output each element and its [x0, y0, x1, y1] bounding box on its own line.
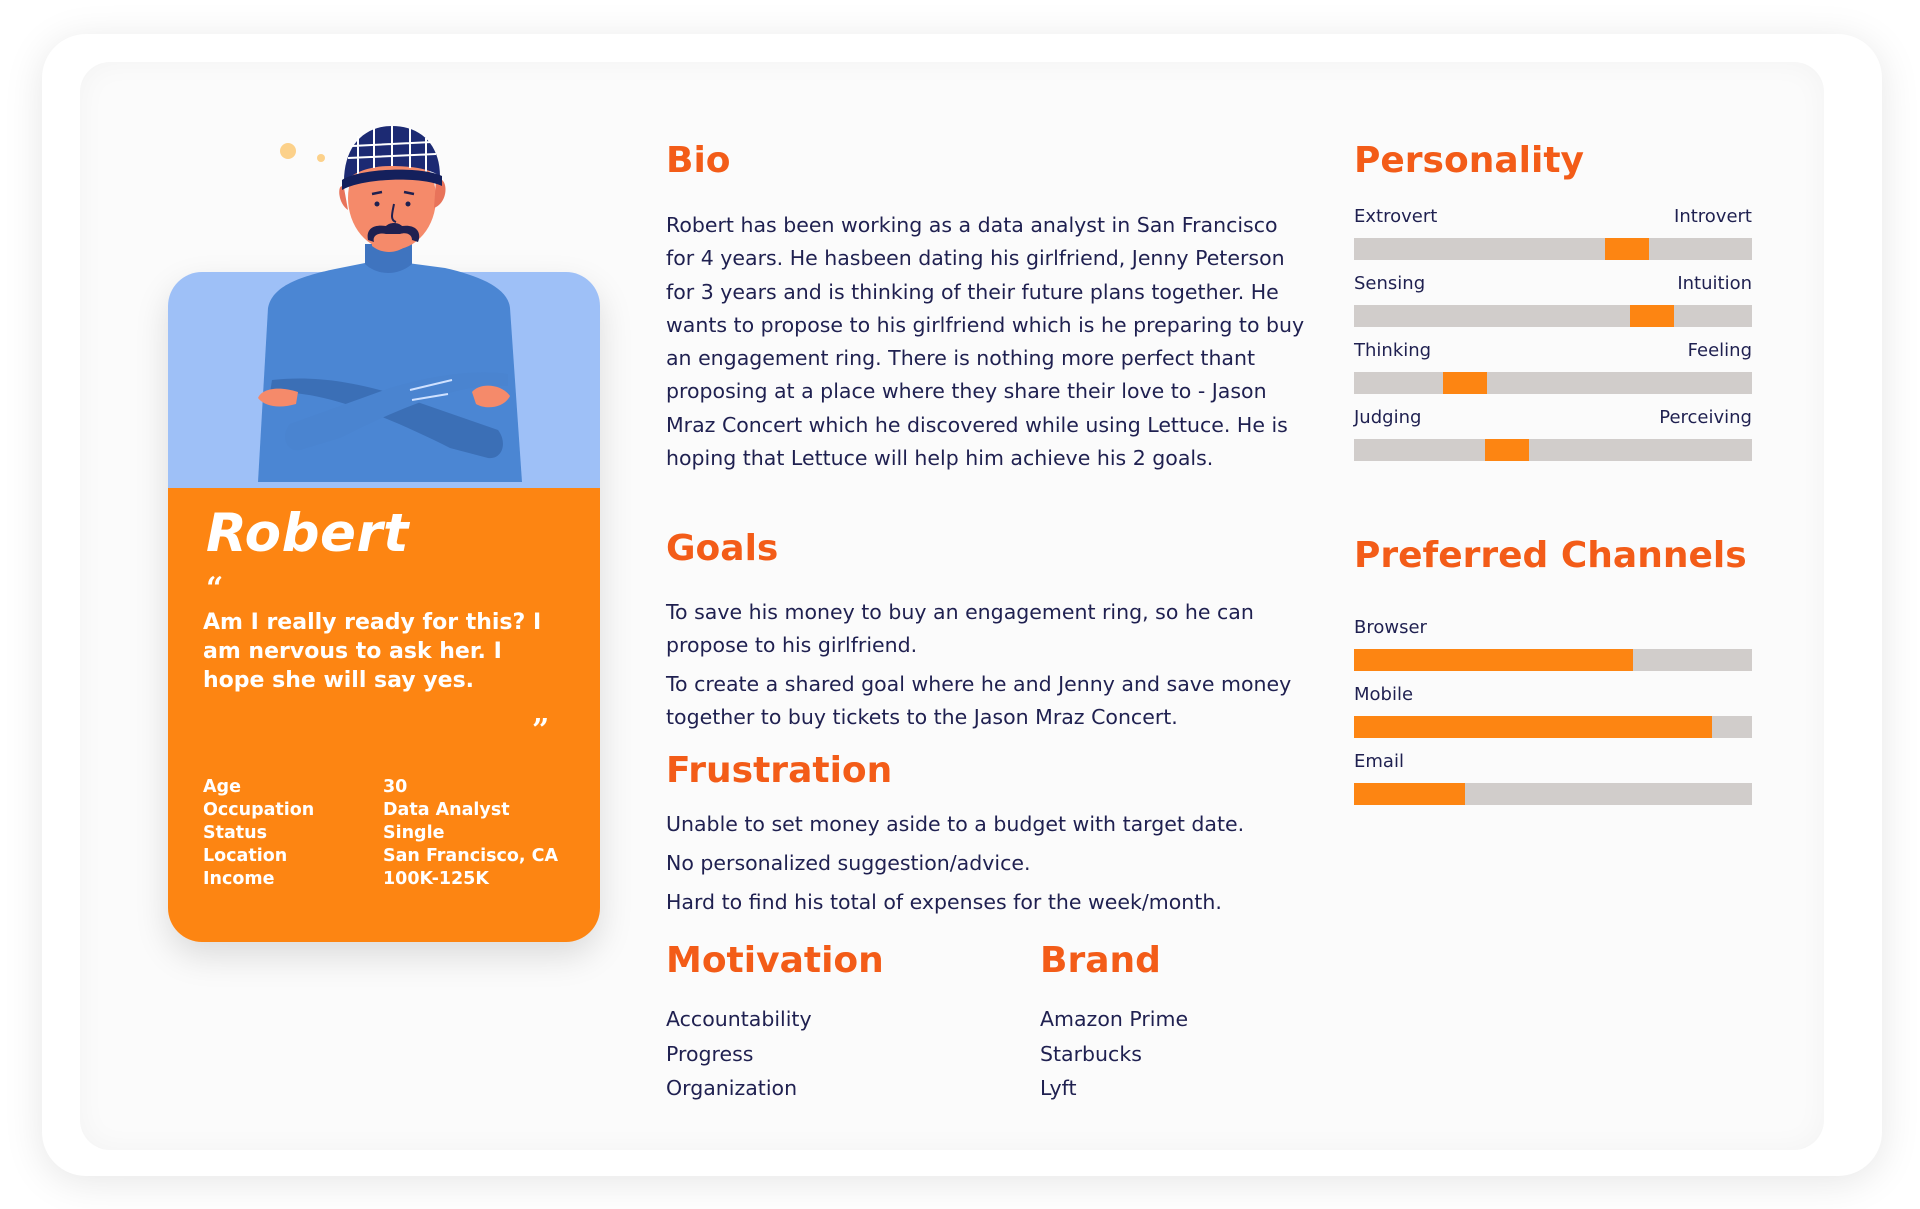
channel-label: Mobile: [1354, 684, 1414, 705]
personality-scale-thinking-feeling: Thinking Feeling: [1354, 340, 1752, 394]
motivation-item: Organization: [666, 1076, 798, 1100]
motivation-item: Progress: [666, 1041, 754, 1066]
goals-list: To save his money to buy an engagement r…: [666, 596, 1306, 740]
fact-label: Location: [203, 846, 288, 866]
channel-fill: [1354, 649, 1633, 671]
scale-left-label: Sensing: [1354, 273, 1426, 294]
scale-marker: [1605, 238, 1649, 260]
scale-marker: [1485, 439, 1529, 461]
fact-value: 100K-125K: [383, 869, 489, 889]
fact-row-location: Location San Francisco, CA: [203, 845, 603, 868]
scale-track: [1354, 439, 1752, 461]
brand-heading: Brand: [1040, 940, 1161, 981]
personality-scale-sensing-intuition: Sensing Intuition: [1354, 273, 1752, 327]
channel-label: Email: [1354, 751, 1404, 772]
scale-right-label: Feeling: [1687, 340, 1752, 361]
thought-dot-icon: [280, 143, 296, 159]
goal-item: To save his money to buy an engagement r…: [666, 600, 1254, 657]
preferred-channels-heading: Preferred Channels: [1354, 535, 1747, 576]
channel-label: Browser: [1354, 617, 1427, 638]
bio-text: Robert has been working as a data analys…: [666, 213, 1305, 471]
persona-quote: Am I really ready for this? I am nervous…: [203, 610, 542, 693]
fact-value: San Francisco, CA: [383, 846, 559, 866]
channel-track: [1354, 716, 1752, 738]
quote-close-icon: ”: [532, 713, 550, 748]
fact-value: Single: [383, 823, 445, 843]
fact-label: Occupation: [203, 800, 315, 820]
fact-label: Income: [203, 869, 275, 889]
persona-name: Robert: [206, 503, 409, 564]
personality-heading: Personality: [1354, 140, 1584, 181]
brand-item: Amazon Prime: [1040, 1007, 1189, 1031]
persona-facts: Age 30 Occupation Data Analyst Status Si…: [203, 776, 603, 891]
persona-avatar-illustration: [258, 126, 522, 482]
scale-left-label: Thinking: [1354, 340, 1432, 361]
fact-label: Status: [203, 823, 268, 843]
channel-browser: Browser: [1354, 617, 1752, 671]
brand-item: Starbucks: [1040, 1041, 1142, 1066]
brand-list: Amazon Prime Starbucks Lyft: [1040, 1002, 1188, 1106]
quote-open-icon: “: [206, 571, 224, 606]
scale-track: [1354, 372, 1752, 394]
scale-right-label: Perceiving: [1659, 407, 1752, 428]
frustration-item: No personalized suggestion/advice.: [666, 851, 1031, 875]
fact-row-age: Age 30: [203, 776, 603, 799]
channel-fill: [1354, 783, 1465, 805]
fact-row-status: Status Single: [203, 822, 603, 845]
scale-left-label: Judging: [1354, 407, 1422, 428]
frustration-list: Unable to set money aside to a budget wi…: [666, 808, 1244, 925]
fact-value: Data Analyst: [383, 800, 510, 820]
fact-row-occupation: Occupation Data Analyst: [203, 799, 603, 822]
scale-track: [1354, 238, 1752, 260]
fact-label: Age: [203, 777, 241, 797]
frustration-heading: Frustration: [666, 750, 893, 791]
goal-item: To create a shared goal where he and Jen…: [666, 672, 1292, 729]
motivation-item: Accountability: [666, 1007, 812, 1031]
scale-track: [1354, 305, 1752, 327]
bio-heading: Bio: [666, 140, 731, 181]
scale-marker: [1443, 372, 1487, 394]
motivation-list: Accountability Progress Organization: [666, 1002, 812, 1106]
scale-marker: [1630, 305, 1674, 327]
channel-mobile: Mobile: [1354, 684, 1752, 738]
scale-right-label: Intuition: [1677, 273, 1752, 294]
fact-row-income: Income 100K-125K: [203, 868, 603, 891]
thought-dot-icon: [317, 154, 325, 162]
fact-value: 30: [383, 777, 408, 797]
channel-email: Email: [1354, 751, 1752, 805]
goals-heading: Goals: [666, 528, 779, 569]
personality-scale-extrovert-introvert: Extrovert Introvert: [1354, 206, 1752, 260]
personality-scale-judging-perceiving: Judging Perceiving: [1354, 407, 1752, 461]
channel-track: [1354, 649, 1752, 671]
brand-item: Lyft: [1040, 1076, 1077, 1100]
channel-fill: [1354, 716, 1712, 738]
scale-right-label: Introvert: [1674, 206, 1752, 227]
frustration-item: Hard to find his total of expenses for t…: [666, 890, 1222, 914]
frustration-item: Unable to set money aside to a budget wi…: [666, 812, 1245, 836]
scale-left-label: Extrovert: [1354, 206, 1438, 227]
motivation-heading: Motivation: [666, 940, 884, 981]
channel-track: [1354, 783, 1752, 805]
